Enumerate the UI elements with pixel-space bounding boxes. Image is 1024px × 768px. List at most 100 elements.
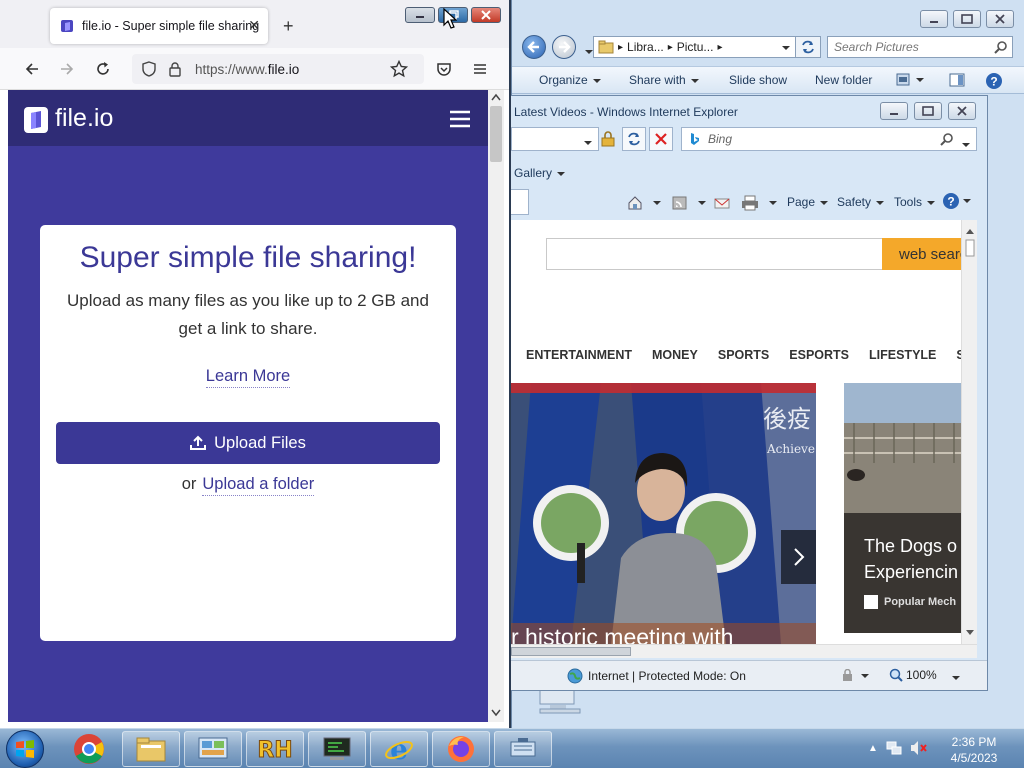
explorer-minimize-button[interactable] bbox=[920, 10, 948, 28]
firefox-tab-bar: file.io - Super simple file sharing ✕ + bbox=[0, 0, 509, 48]
taskbar-network-app[interactable] bbox=[494, 731, 552, 767]
taskbar-firefox[interactable] bbox=[432, 731, 490, 767]
taskbar-clock[interactable]: 2:36 PM 4/5/2023 bbox=[944, 734, 1004, 766]
tab-close-icon[interactable]: ✕ bbox=[248, 17, 260, 34]
msn-search-input[interactable] bbox=[546, 238, 883, 270]
network-icon[interactable] bbox=[886, 740, 902, 756]
home-button[interactable] bbox=[627, 195, 661, 211]
breadcrumb-pictures[interactable]: Pictu... bbox=[677, 40, 714, 54]
lock-icon[interactable] bbox=[168, 61, 182, 77]
explorer-back-button[interactable] bbox=[522, 35, 546, 59]
msn-web-search-button[interactable]: web search bbox=[882, 238, 961, 270]
network-computer-icon bbox=[536, 688, 584, 714]
app-menu-button[interactable] bbox=[472, 61, 488, 77]
breadcrumb-libraries[interactable]: Libra... bbox=[627, 40, 664, 54]
taskbar-chrome[interactable] bbox=[60, 731, 118, 767]
address-dropdown-icon[interactable] bbox=[579, 135, 592, 149]
news-story-card[interactable]: The Dogs o Experiencin Popular Mech bbox=[844, 383, 961, 633]
ie-vertical-scrollbar[interactable] bbox=[961, 220, 977, 644]
ie-minimize-button[interactable] bbox=[880, 102, 908, 120]
upload-folder-link[interactable]: Upload a folder bbox=[202, 475, 315, 496]
scrollbar-thumb[interactable] bbox=[490, 106, 502, 162]
zoom-level: 100% bbox=[906, 668, 937, 682]
search-icon[interactable] bbox=[940, 132, 954, 146]
address-dropdown-icon[interactable] bbox=[777, 40, 790, 54]
forward-button[interactable] bbox=[59, 61, 75, 77]
favorites-bar-item-gallery[interactable]: Gallery bbox=[514, 166, 566, 180]
upload-files-button[interactable]: Upload Files bbox=[56, 422, 440, 464]
preview-pane-icon bbox=[949, 73, 965, 87]
file-io-logo-icon[interactable] bbox=[24, 107, 48, 133]
news-story-card[interactable]: 後疫 Achieve r historic meeting with bbox=[511, 383, 816, 644]
volume-muted-icon[interactable] bbox=[910, 740, 928, 756]
share-with-menu[interactable]: Share with bbox=[629, 73, 699, 87]
preview-pane-button[interactable] bbox=[949, 72, 965, 88]
tools-menu[interactable]: Tools bbox=[894, 195, 936, 209]
explorer-close-button[interactable] bbox=[986, 10, 1014, 28]
help-button[interactable]: ? bbox=[985, 72, 1003, 90]
page-menu[interactable]: Page bbox=[787, 195, 829, 209]
show-hidden-icons-button[interactable]: ▲ bbox=[868, 743, 878, 754]
bookmark-star-icon[interactable] bbox=[390, 60, 408, 78]
rss-feed-icon bbox=[672, 196, 706, 210]
explorer-forward-button[interactable] bbox=[552, 35, 576, 59]
ie-refresh-button[interactable] bbox=[622, 127, 646, 151]
nav-entertainment[interactable]: ENTERTAINMENT bbox=[526, 348, 632, 362]
browser-tab[interactable]: file.io - Super simple file sharing ✕ bbox=[50, 8, 268, 44]
breadcrumb-separator-icon: ▸ bbox=[667, 41, 673, 53]
learn-more-link[interactable]: Learn More bbox=[205, 367, 291, 388]
safety-menu[interactable]: Safety bbox=[837, 195, 885, 209]
new-tab-button[interactable]: + bbox=[283, 16, 294, 37]
nav-esports[interactable]: ESPORTS bbox=[789, 348, 849, 362]
recent-pages-chevron-icon[interactable] bbox=[580, 44, 593, 58]
organize-menu[interactable]: Organize bbox=[539, 73, 601, 87]
carousel-next-button[interactable] bbox=[781, 530, 816, 584]
nav-sports[interactable]: SPORTS bbox=[718, 348, 769, 362]
change-view-button[interactable] bbox=[896, 72, 926, 88]
hamburger-menu-icon[interactable] bbox=[449, 110, 471, 128]
nav-money[interactable]: MONEY bbox=[652, 348, 698, 362]
story1-caption: r historic meeting with bbox=[511, 624, 733, 644]
url-bar[interactable]: https://www. file.io bbox=[132, 54, 424, 84]
explorer-maximize-button[interactable] bbox=[953, 10, 981, 28]
taskbar-control-panel[interactable] bbox=[184, 731, 242, 767]
start-button[interactable] bbox=[6, 730, 44, 768]
back-button[interactable] bbox=[24, 61, 40, 77]
zoom-control[interactable]: 100% bbox=[889, 668, 937, 682]
scrollbar-thumb[interactable] bbox=[511, 647, 631, 656]
taskbar-file-explorer[interactable] bbox=[122, 731, 180, 767]
shield-icon[interactable] bbox=[142, 61, 156, 77]
feeds-button[interactable] bbox=[672, 195, 706, 211]
nav-lifestyle[interactable]: LIFESTYLE bbox=[869, 348, 936, 362]
firefox-close-button[interactable] bbox=[471, 7, 501, 23]
search-options-icon[interactable] bbox=[957, 137, 970, 151]
slide-show-button[interactable]: Slide show bbox=[729, 73, 787, 87]
explorer-address-bar[interactable]: ▸ Libra... ▸ Pictu... ▸ bbox=[593, 36, 799, 58]
explorer-refresh-button[interactable] bbox=[795, 36, 821, 58]
new-folder-button[interactable]: New folder bbox=[815, 73, 872, 87]
ie-maximize-button[interactable] bbox=[914, 102, 942, 120]
protected-mode-icon[interactable] bbox=[841, 669, 869, 683]
ie-horizontal-scrollbar[interactable] bbox=[511, 644, 977, 658]
lock-icon[interactable] bbox=[601, 131, 615, 147]
ie-search-box[interactable]: Bing bbox=[681, 127, 977, 151]
ie-help-button[interactable]: ? bbox=[942, 192, 972, 210]
taskbar-rh-app[interactable]: RH bbox=[246, 731, 304, 767]
ie-address-bar[interactable] bbox=[511, 127, 599, 151]
read-mail-button[interactable] bbox=[714, 195, 730, 211]
firefox-minimize-button[interactable] bbox=[405, 7, 435, 23]
reload-button[interactable] bbox=[95, 61, 111, 77]
taskbar-internet-explorer[interactable]: e bbox=[370, 731, 428, 767]
maximize-icon bbox=[961, 14, 973, 24]
taskbar-terminal[interactable] bbox=[308, 731, 366, 767]
print-button[interactable] bbox=[741, 195, 777, 211]
page-scrollbar[interactable] bbox=[488, 90, 504, 722]
pocket-button[interactable] bbox=[436, 61, 452, 77]
organize-label: Organize bbox=[539, 73, 588, 87]
explorer-search-box[interactable]: Search Pictures bbox=[827, 36, 1013, 58]
ie-stop-button[interactable] bbox=[649, 127, 673, 151]
ie-close-button[interactable] bbox=[948, 102, 976, 120]
site-logo-text[interactable]: file.io bbox=[55, 104, 113, 133]
svg-text:?: ? bbox=[990, 75, 997, 89]
zoom-dropdown-icon[interactable] bbox=[947, 670, 960, 684]
